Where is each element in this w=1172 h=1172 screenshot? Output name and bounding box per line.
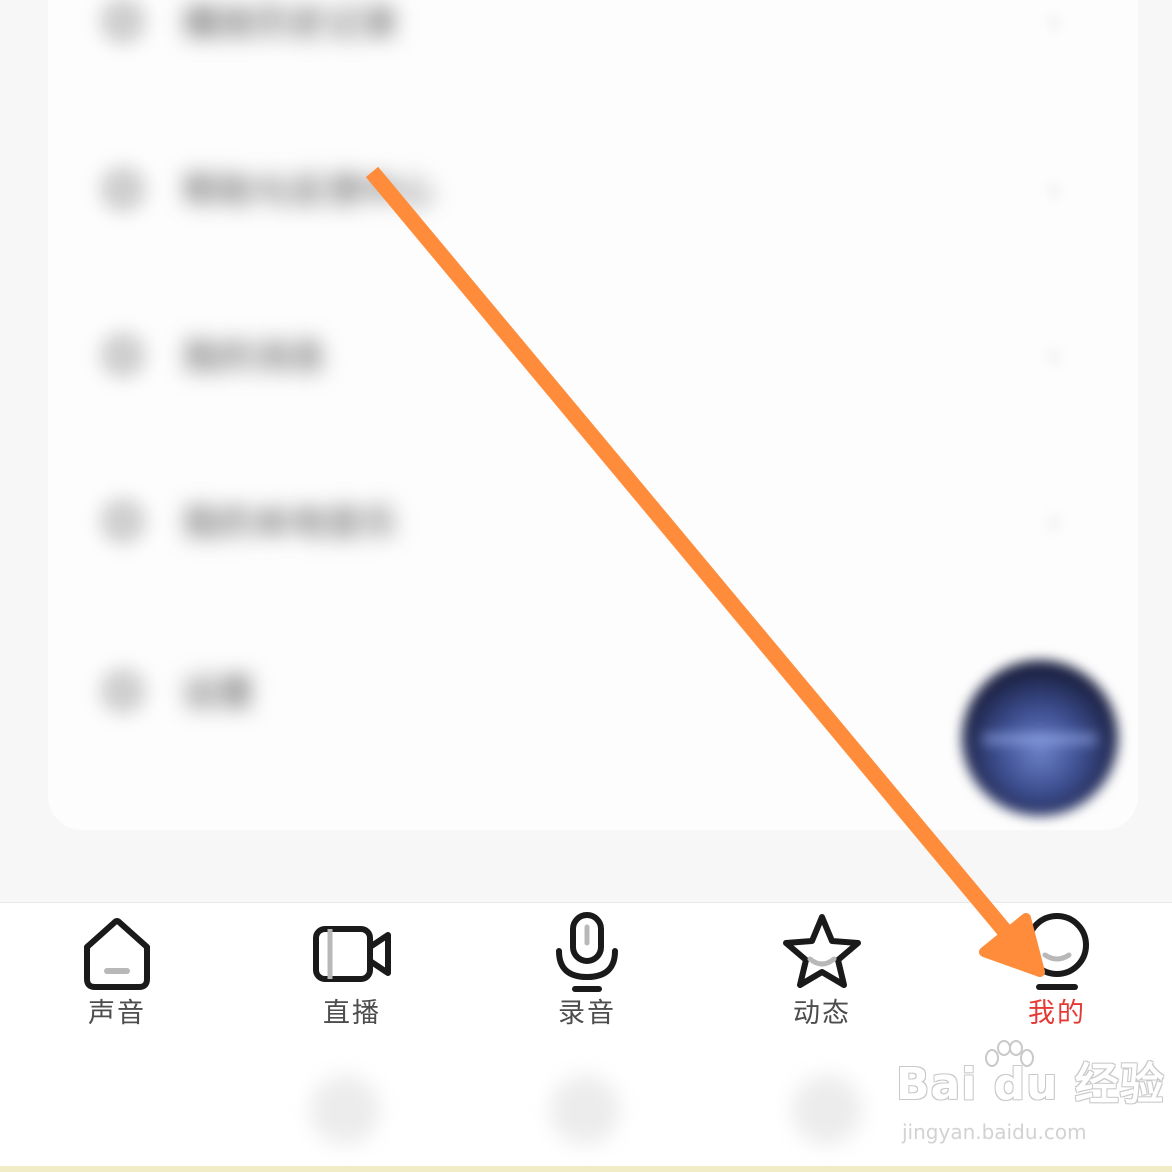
watermark-url: jingyan.baidu.com bbox=[902, 1120, 1087, 1144]
watermark-logo: Bai du 经验 bbox=[896, 1059, 1165, 1110]
pointer-arrow-icon bbox=[365, 166, 1045, 977]
bottom-edge-strip bbox=[0, 1166, 1172, 1172]
app-screen: 播放历史记录 › 帮助与反馈中心 › 我的消息 › 我的本地音乐 › 设置 声音… bbox=[0, 0, 1172, 1172]
baidu-jingyan-watermark: Bai du 经验 jingyan.baidu.com bbox=[896, 1040, 1164, 1150]
